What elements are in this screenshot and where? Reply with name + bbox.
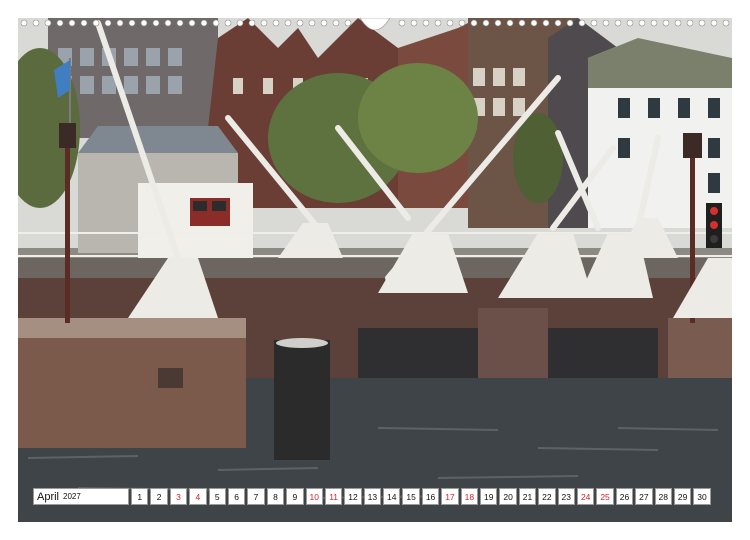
- day-cell: 5: [208, 488, 226, 505]
- calendar-page: April 2027 1 2 3 4 5 6 7 8 9 10 11 12 13…: [0, 0, 750, 540]
- day-cell: 1: [131, 488, 149, 505]
- day-cell: 14: [383, 488, 401, 505]
- day-cell: 2: [150, 488, 168, 505]
- day-cell: 12: [344, 488, 362, 505]
- day-cell: 15: [402, 488, 420, 505]
- day-cell: 10: [305, 488, 323, 505]
- day-cell: 7: [247, 488, 265, 505]
- day-cell: 28: [654, 488, 672, 505]
- day-cell: 4: [189, 488, 207, 505]
- day-cell: 17: [441, 488, 459, 505]
- hanger-notch: [359, 18, 391, 30]
- day-cell: 8: [266, 488, 285, 505]
- month-name: April: [37, 490, 60, 503]
- day-cell: 22: [538, 488, 556, 505]
- day-cell: 18: [460, 488, 479, 505]
- year-label: 2027: [63, 492, 81, 501]
- photo-illustration: [18, 18, 732, 522]
- day-cell: 3: [169, 488, 188, 505]
- day-cell: 24: [576, 488, 595, 505]
- calendar-strip: April 2027 1 2 3 4 5 6 7 8 9 10 11 12 13…: [33, 488, 717, 505]
- day-cell: 27: [635, 488, 653, 505]
- day-cell: 6: [227, 488, 246, 505]
- day-cell: 30: [693, 488, 711, 505]
- day-cell: 9: [286, 488, 304, 505]
- day-cell: 26: [615, 488, 634, 505]
- day-cell: 29: [673, 488, 692, 505]
- day-cell: 25: [596, 488, 614, 505]
- day-cell: 21: [518, 488, 537, 505]
- day-cell: 13: [363, 488, 382, 505]
- day-cell: 23: [557, 488, 575, 505]
- amsterdam-lock-photo: [18, 18, 732, 522]
- spiral-binding: [20, 18, 730, 30]
- day-cell: 19: [480, 488, 498, 505]
- month-label-box: April 2027: [33, 488, 129, 505]
- day-cell: 20: [499, 488, 517, 505]
- day-cell: 16: [421, 488, 440, 505]
- day-cell: 11: [324, 488, 343, 505]
